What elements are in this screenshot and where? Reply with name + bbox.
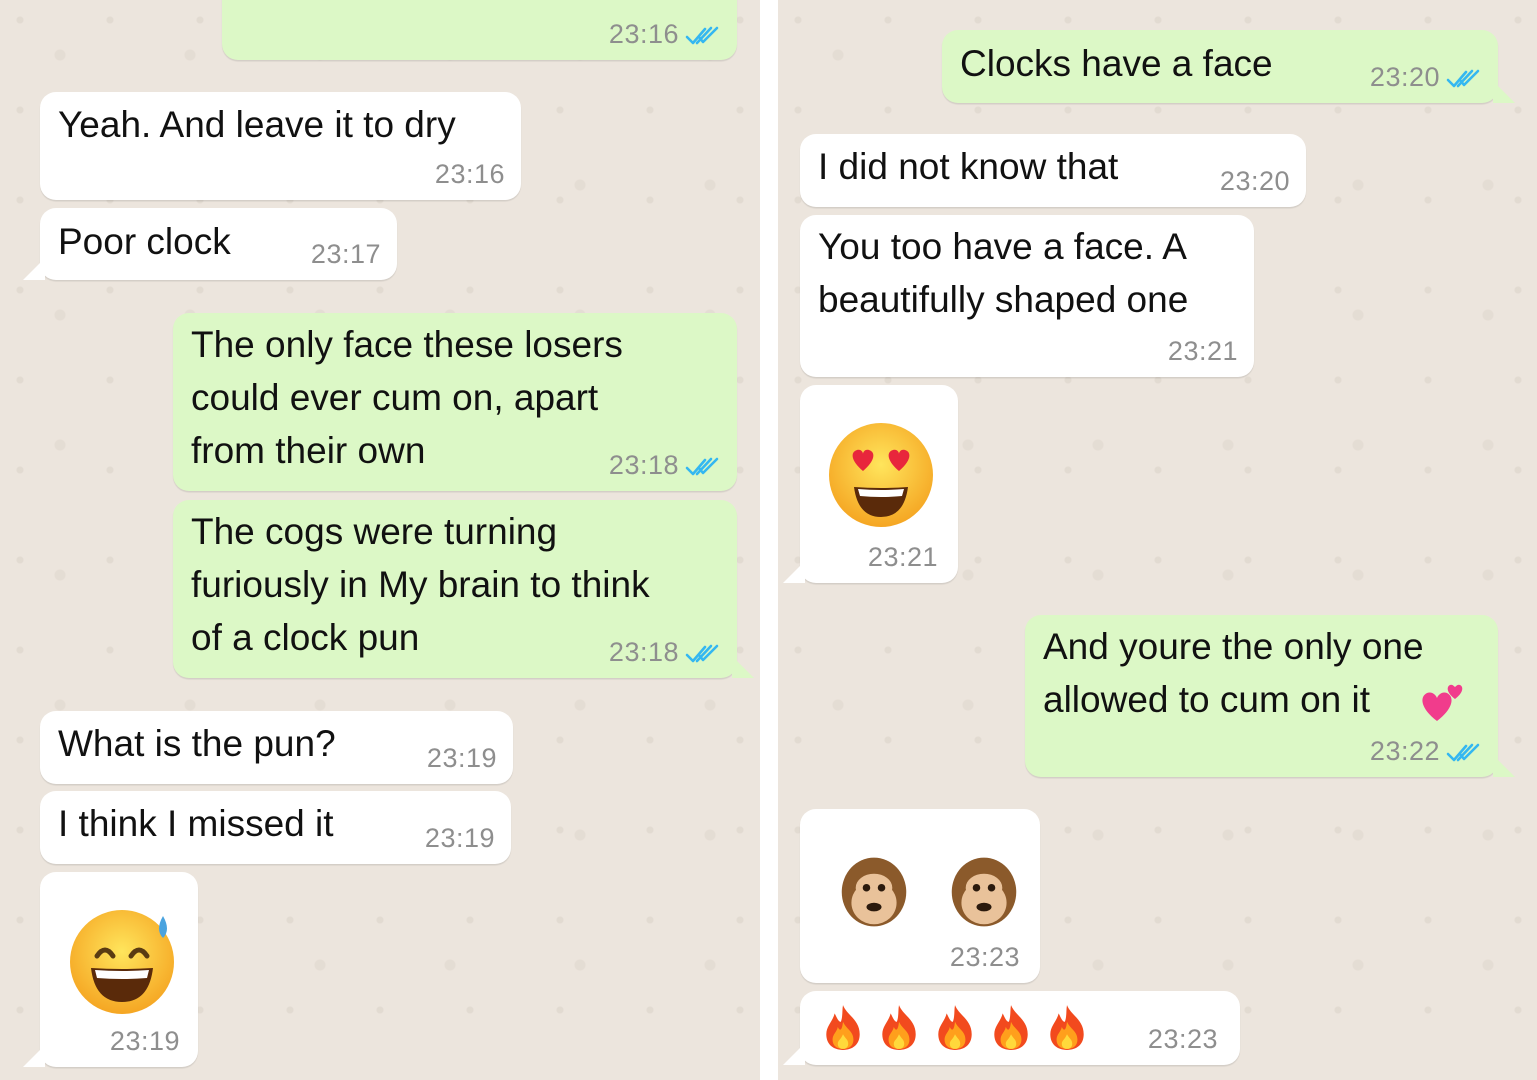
message-incoming[interactable]: I think I missed it 23:19 [40, 791, 511, 864]
message-incoming[interactable]: What is the pun? 23:19 [40, 711, 513, 784]
fire-icon [934, 1003, 976, 1051]
fire-icon [822, 1003, 864, 1051]
message-outgoing[interactable]: The cogs were turning furiously in My br… [173, 500, 754, 678]
chat-panel-right[interactable]: Clocks have a face 23:20 I did not know … [778, 0, 1537, 1080]
message-time: 23:23 [949, 942, 1020, 972]
read-receipt-icon [685, 643, 719, 665]
message-text: The only face these losers could ever cu… [191, 324, 623, 471]
message-text: What is the pun? [58, 723, 336, 764]
read-receipt-icon [1446, 68, 1480, 90]
read-receipt-icon [685, 25, 719, 47]
message-text: The cogs were turning furiously in My br… [191, 511, 650, 658]
message-incoming[interactable]: You too have a face. A beautifully shape… [800, 215, 1254, 377]
message-outgoing[interactable]: 23:16 [222, 0, 737, 60]
message-text: Clocks have a face [960, 43, 1273, 84]
two-hearts-icon [1422, 684, 1463, 721]
message-outgoing[interactable]: Clocks have a face 23:20 [942, 30, 1515, 103]
message-time: 23:18 [609, 637, 719, 668]
message-outgoing[interactable]: And youre the only one allowed to cum on… [1025, 615, 1515, 777]
message-text: Poor clock [58, 221, 231, 262]
message-text: Yeah. And leave it to dry [58, 104, 456, 145]
message-incoming[interactable]: Yeah. And leave it to dry 23:16 [40, 92, 521, 200]
message-time: 23:19 [424, 823, 495, 853]
message-outgoing[interactable]: The only face these losers could ever cu… [173, 313, 737, 491]
grinning-face-with-sweat-icon [70, 910, 174, 1014]
fire-icon [990, 1003, 1032, 1051]
see-no-evil-monkey-icon [934, 849, 1034, 935]
message-time: 23:19 [426, 743, 497, 773]
message-time: 23:21 [867, 542, 938, 572]
message-incoming[interactable]: Poor clock 23:17 [23, 208, 397, 280]
chat-panel-left[interactable]: 23:16 Yeah. And leave it to dry 23:16 Po… [0, 0, 760, 1080]
message-incoming-emoji[interactable]: 23:23 [783, 991, 1240, 1065]
message-text: I did not know that [818, 146, 1119, 187]
hear-no-evil-monkey-icon [824, 849, 924, 935]
message-time: 23:23 [1147, 1024, 1218, 1054]
message-time: 23:22 [1370, 736, 1480, 767]
message-time: 23:20 [1370, 62, 1480, 93]
message-time: 23:17 [310, 239, 381, 269]
message-time: 23:18 [609, 450, 719, 481]
heart-eyes-face-icon [829, 423, 933, 527]
message-incoming-emoji[interactable]: 23:21 [783, 385, 958, 583]
read-receipt-icon [1446, 742, 1480, 764]
message-incoming[interactable]: I did not know that 23:20 [800, 134, 1306, 207]
message-incoming-emoji[interactable]: 23:19 [23, 872, 198, 1067]
message-time: 23:16 [609, 19, 719, 50]
message-text: I think I missed it [58, 803, 334, 844]
message-time: 23:21 [1167, 336, 1238, 366]
message-time: 23:16 [434, 159, 505, 189]
fire-icon [1046, 1003, 1088, 1051]
message-time: 23:19 [109, 1026, 180, 1056]
message-text: You too have a face. A beautifully shape… [818, 226, 1189, 320]
read-receipt-icon [685, 456, 719, 478]
message-incoming-emoji[interactable]: 23:23 [800, 809, 1040, 983]
message-text: And youre the only one allowed to cum on… [1043, 626, 1424, 720]
message-time: 23:20 [1219, 166, 1290, 196]
fire-icon [878, 1003, 920, 1051]
